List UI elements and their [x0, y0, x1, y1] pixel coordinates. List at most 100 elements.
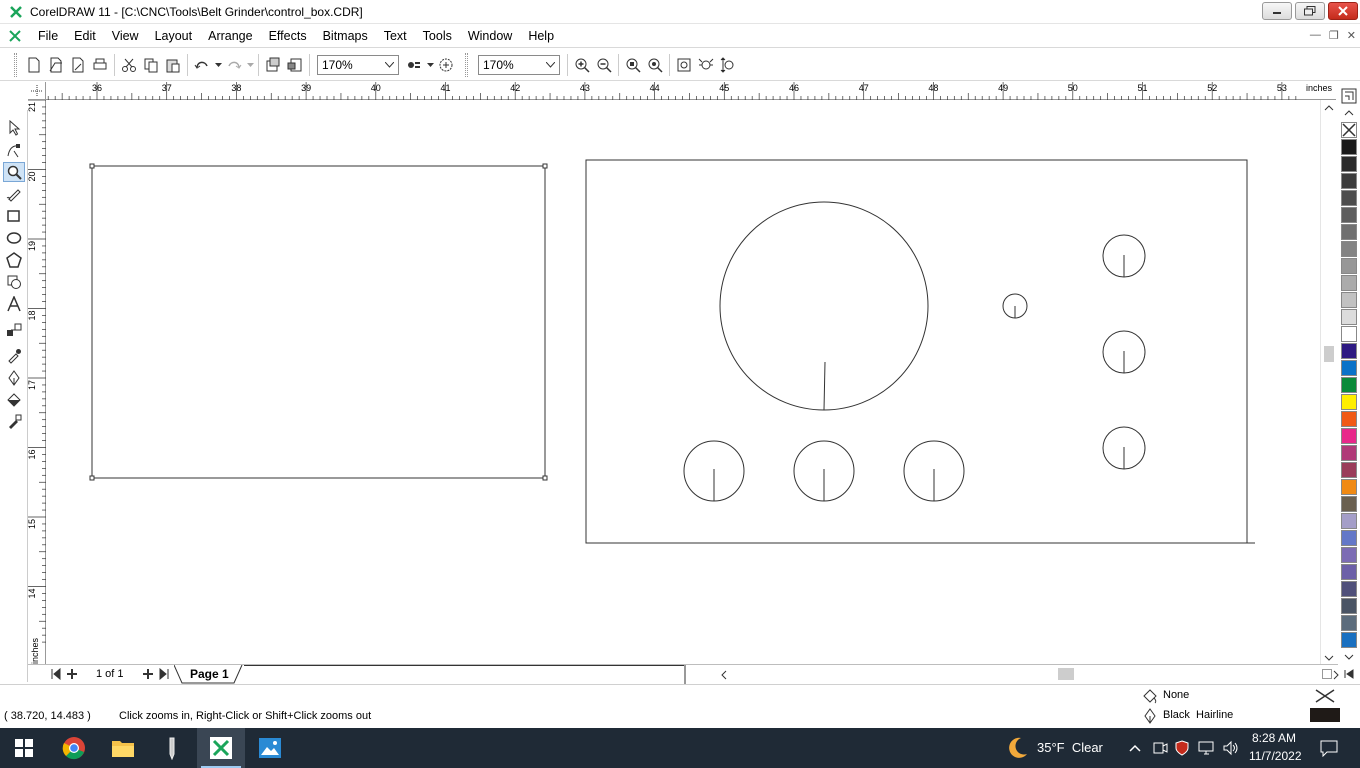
application-launcher-button[interactable]: [403, 54, 425, 76]
color-swatch[interactable]: [1341, 156, 1357, 172]
zoom-page-width-button[interactable]: [695, 54, 717, 76]
color-swatch[interactable]: [1341, 581, 1357, 597]
color-swatch[interactable]: [1341, 292, 1357, 308]
cut-button[interactable]: [118, 54, 140, 76]
security-shield-icon[interactable]: [1174, 740, 1190, 756]
clock-time[interactable]: 8:28 AM: [1252, 731, 1296, 745]
export-button[interactable]: [284, 54, 306, 76]
menu-help[interactable]: Help: [520, 25, 562, 47]
toolbar-grip-2[interactable]: [465, 52, 468, 77]
menu-file[interactable]: File: [30, 25, 66, 47]
doc-close-button[interactable]: ✕: [1347, 29, 1356, 42]
chevron-up-icon[interactable]: [1128, 743, 1142, 753]
redo-dropdown[interactable]: [245, 54, 255, 76]
menu-effects[interactable]: Effects: [261, 25, 315, 47]
view-navigator-button[interactable]: [1322, 669, 1332, 679]
taskbar-photos[interactable]: [246, 728, 294, 768]
freehand-tool[interactable]: [3, 184, 25, 204]
add-page-after-icon[interactable]: [142, 668, 154, 680]
fill-color-swatch[interactable]: [1310, 688, 1340, 704]
volume-icon[interactable]: [1222, 740, 1240, 756]
no-color-swatch[interactable]: [1341, 122, 1357, 138]
corel-online-button[interactable]: [435, 54, 457, 76]
copy-button[interactable]: [140, 54, 162, 76]
horizontal-scroll-thumb[interactable]: [1058, 668, 1074, 680]
text-tool[interactable]: [3, 294, 25, 314]
toolbar-grip[interactable]: [14, 52, 17, 77]
tab-scroll-splitter[interactable]: [684, 665, 686, 684]
pick-tool[interactable]: [3, 118, 25, 138]
zoom-page-height-button[interactable]: [717, 54, 739, 76]
color-swatch[interactable]: [1341, 632, 1357, 648]
selection-handle[interactable]: [89, 163, 95, 169]
color-swatch[interactable]: [1341, 343, 1357, 359]
menu-layout[interactable]: Layout: [147, 25, 201, 47]
clock-date[interactable]: 11/7/2022: [1249, 749, 1302, 763]
color-swatch[interactable]: [1341, 190, 1357, 206]
control-box-panel[interactable]: [585, 159, 1248, 544]
notifications-icon[interactable]: [1320, 739, 1338, 757]
add-page-before-icon[interactable]: [66, 668, 78, 680]
vertical-scrollbar[interactable]: [1320, 100, 1336, 666]
palette-flyout-icon[interactable]: [1341, 88, 1357, 104]
selection-handle[interactable]: [89, 475, 95, 481]
interactive-fill-tool[interactable]: [3, 412, 25, 432]
launcher-dropdown[interactable]: [425, 54, 435, 76]
color-swatch[interactable]: [1341, 275, 1357, 291]
color-swatch[interactable]: [1341, 462, 1357, 478]
zoom-levels-combo[interactable]: 170%: [317, 54, 399, 75]
menu-arrange[interactable]: Arrange: [200, 25, 260, 47]
import-button[interactable]: [262, 54, 284, 76]
zoom-tool[interactable]: [3, 162, 25, 182]
color-swatch[interactable]: [1341, 360, 1357, 376]
fill-tool[interactable]: [3, 390, 25, 410]
undo-button[interactable]: [191, 54, 213, 76]
weather-text[interactable]: 35°F Clear: [1037, 740, 1103, 755]
color-swatch[interactable]: [1341, 258, 1357, 274]
zoom-to-page-button[interactable]: [673, 54, 695, 76]
color-swatch[interactable]: [1341, 547, 1357, 563]
color-swatch[interactable]: [1341, 615, 1357, 631]
taskbar-coreldraw[interactable]: [197, 728, 245, 768]
color-swatch[interactable]: [1341, 394, 1357, 410]
color-swatch[interactable]: [1341, 598, 1357, 614]
color-swatch[interactable]: [1341, 445, 1357, 461]
color-swatch[interactable]: [1341, 139, 1357, 155]
large-gauge-circle[interactable]: [719, 201, 929, 411]
menu-tools[interactable]: Tools: [415, 25, 460, 47]
color-swatch[interactable]: [1341, 530, 1357, 546]
shape-tool[interactable]: [3, 140, 25, 160]
color-swatch[interactable]: [1341, 241, 1357, 257]
page-tab-1[interactable]: Page 1: [190, 667, 229, 681]
menu-edit[interactable]: Edit: [66, 25, 104, 47]
color-swatch[interactable]: [1341, 479, 1357, 495]
selection-handle[interactable]: [542, 475, 548, 481]
drawing-area[interactable]: [46, 100, 1320, 666]
zoom-out-button[interactable]: [593, 54, 615, 76]
network-icon[interactable]: [1198, 740, 1216, 756]
menu-view[interactable]: View: [104, 25, 147, 47]
interactive-blend-tool[interactable]: [3, 320, 25, 340]
paste-button[interactable]: [162, 54, 184, 76]
horizontal-ruler[interactable]: 36 37 38 39 40 41 42 43 44 45 46 47 48 49 50 51 52 53 inc…: [46, 82, 1336, 100]
selection-handle[interactable]: [542, 163, 548, 169]
rectangle-tool[interactable]: [3, 206, 25, 226]
menu-text[interactable]: Text: [376, 25, 415, 47]
color-swatch[interactable]: [1341, 513, 1357, 529]
doc-restore-button[interactable]: ❐: [1329, 29, 1339, 42]
open-button[interactable]: [45, 54, 67, 76]
color-swatch[interactable]: [1341, 564, 1357, 580]
scroll-down-icon[interactable]: [1321, 652, 1337, 664]
ellipse-tool[interactable]: [3, 228, 25, 248]
restore-button[interactable]: [1295, 2, 1325, 20]
color-swatch[interactable]: [1341, 309, 1357, 325]
zoom-levels-combo-2[interactable]: 170%: [478, 54, 560, 75]
palette-expand-icon[interactable]: [1341, 668, 1357, 680]
color-swatch[interactable]: [1341, 173, 1357, 189]
save-button[interactable]: [67, 54, 89, 76]
horizontal-scrollbar[interactable]: [718, 665, 1346, 684]
color-swatch[interactable]: [1341, 411, 1357, 427]
outline-color-swatch[interactable]: [1310, 708, 1340, 722]
color-swatch[interactable]: [1341, 428, 1357, 444]
doc-minimize-button[interactable]: —: [1310, 29, 1321, 42]
